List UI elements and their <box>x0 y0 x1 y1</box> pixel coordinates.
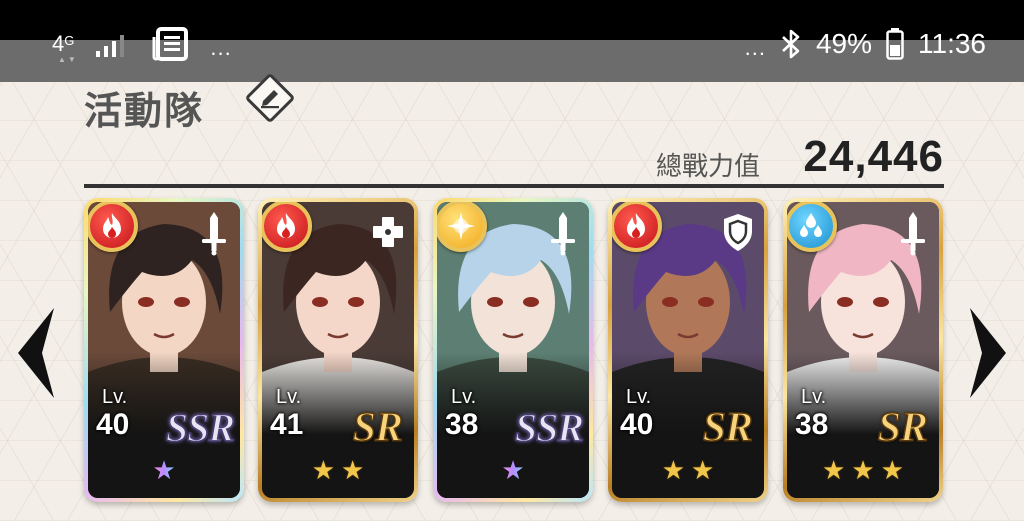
level-label: Lv. <box>801 386 827 408</box>
total-power-value: 24,446 <box>803 132 944 181</box>
water-element-icon <box>800 213 822 237</box>
card-body: Lv. 41 SR ★ ★ <box>262 202 414 498</box>
sword-icon <box>202 212 226 256</box>
pencil-icon <box>261 90 279 109</box>
fire-element-icon <box>277 213 295 238</box>
star-icon: ★ <box>691 456 715 486</box>
level-label: Lv. <box>276 386 302 408</box>
sword-role-icon <box>545 210 581 256</box>
character-card-3[interactable]: Lv. 38 SSR ★ <box>433 198 593 502</box>
level-value: 40 <box>96 408 130 441</box>
card-body: Lv. 38 SR ★ ★ ★ <box>787 202 939 498</box>
network-type: 4G ▲▼ <box>52 31 78 64</box>
status-bar-left: 4G ▲▼ ... <box>52 24 232 64</box>
battery-icon <box>886 28 904 60</box>
character-card-1[interactable]: Lv. 40 SSR ★ <box>84 198 244 502</box>
sword-role-icon <box>895 210 931 256</box>
star-icon: ★ <box>341 456 365 486</box>
more-notifications-indicator: ... <box>210 35 232 60</box>
sword-icon <box>551 212 575 256</box>
signal-icon <box>96 35 125 57</box>
heal-role-icon <box>370 210 406 256</box>
light-element-icon <box>447 212 475 240</box>
level-value: 38 <box>445 408 479 441</box>
level-label: Lv. <box>102 386 128 408</box>
previous-team-arrow-icon[interactable] <box>14 308 60 398</box>
rarity-badge: SSR <box>165 404 236 451</box>
fire-element-icon <box>627 213 645 238</box>
star-icon: ★ <box>851 456 875 486</box>
data-arrows-icon: ▲▼ <box>58 55 78 64</box>
total-power-label: 總戰力值 <box>656 152 761 182</box>
star-rating: ★ ★ ★ <box>787 458 939 484</box>
battery-percent: 49% <box>815 28 872 59</box>
star-icon: ★ <box>822 456 846 486</box>
level-label: Lv. <box>451 386 477 408</box>
rarity-badge: SR <box>877 404 929 452</box>
level-value: 38 <box>795 408 829 441</box>
status-bar-right: ... 49% 11:36 <box>745 24 986 64</box>
character-card-2[interactable]: Lv. 41 SR ★ ★ <box>258 198 418 502</box>
rarity-badge: SR <box>352 404 404 452</box>
character-card-4[interactable]: Lv. 40 SR ★ ★ <box>608 198 768 502</box>
clock: 11:36 <box>918 28 986 59</box>
status-bar: 4G ▲▼ ... ... 49% 11:36 <box>0 0 1024 82</box>
star-icon: ★ <box>311 456 335 486</box>
header-divider <box>84 184 944 188</box>
more-status-indicator: ... <box>744 35 766 60</box>
star-icon: ★ <box>880 456 904 486</box>
rarity-badge: SR <box>702 404 754 452</box>
star-icon: ★ <box>661 456 685 486</box>
sword-icon <box>901 212 925 256</box>
rarity-badge: SSR <box>514 404 585 451</box>
next-team-arrow-icon[interactable] <box>964 308 1010 398</box>
star-icon: ★ <box>152 456 176 486</box>
card-body: Lv. 40 SSR ★ <box>88 202 240 498</box>
team-title: 活動隊 <box>84 89 205 133</box>
character-card-5[interactable]: Lv. 38 SR ★ ★ ★ <box>783 198 943 502</box>
star-icon: ★ <box>501 456 525 486</box>
shield-role-icon <box>720 210 756 256</box>
star-rating: ★ <box>88 458 240 484</box>
shield-icon <box>724 214 752 251</box>
heal-cross-icon <box>373 217 403 247</box>
level-value: 41 <box>270 408 304 441</box>
star-rating: ★ <box>437 458 589 484</box>
fire-element-icon <box>103 213 121 238</box>
star-rating: ★ ★ <box>612 458 764 484</box>
star-rating: ★ ★ <box>262 458 414 484</box>
level-label: Lv. <box>626 386 652 408</box>
level-value: 40 <box>620 408 654 441</box>
bluetooth-icon <box>782 29 800 59</box>
card-body: Lv. 38 SSR ★ <box>437 202 589 498</box>
card-body: Lv. 40 SR ★ ★ <box>612 202 764 498</box>
sword-role-icon <box>196 210 232 256</box>
news-icon <box>152 27 189 61</box>
